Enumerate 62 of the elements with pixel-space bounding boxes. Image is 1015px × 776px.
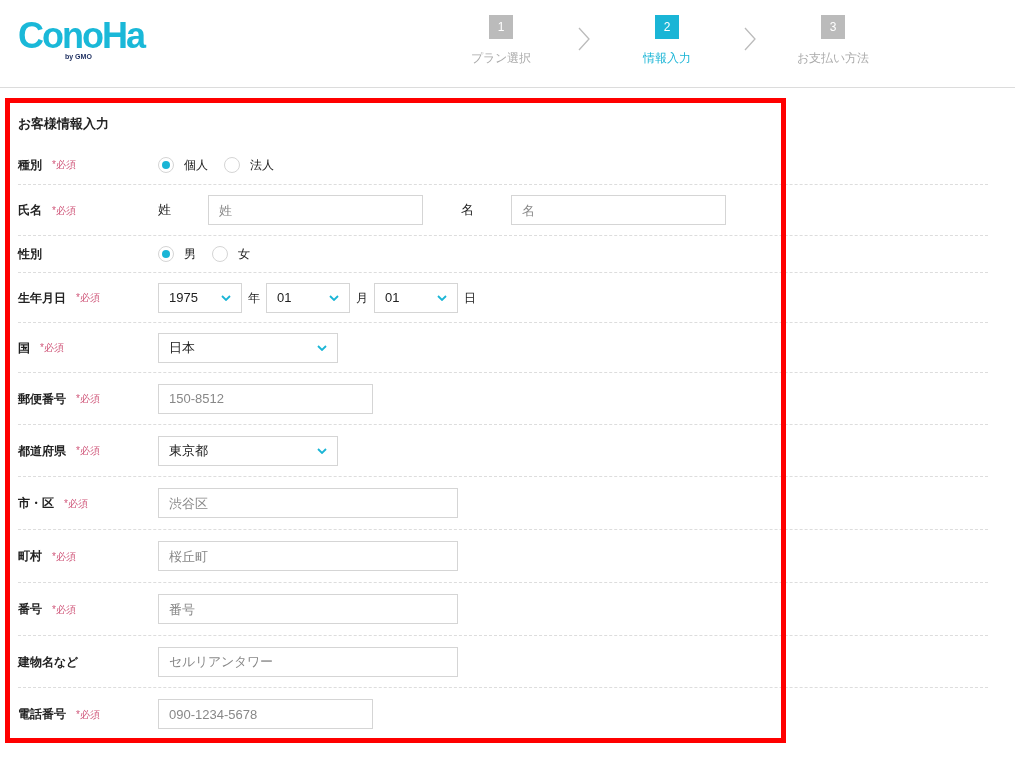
field-label: 市・区	[18, 495, 54, 512]
field-label: 建物名など	[18, 653, 78, 671]
input-field[interactable]: 姓	[208, 195, 423, 225]
date-unit-label: 月	[356, 289, 368, 307]
step-number: 1	[489, 15, 513, 39]
field-label: 種別	[18, 156, 42, 174]
radio-button[interactable]	[212, 246, 228, 262]
chevron-down-icon	[317, 344, 327, 351]
select-field[interactable]: 日本	[158, 332, 338, 363]
field-label: 都道府県	[18, 442, 66, 460]
select-field[interactable]: 東京都	[158, 435, 338, 466]
required-note: *必須	[40, 341, 64, 355]
input-field[interactable]: 番号	[158, 594, 458, 624]
required-note: *必須	[76, 392, 100, 406]
input-field[interactable]: 150-8512	[158, 383, 373, 414]
input-field[interactable]: 090-1234-5678	[158, 699, 373, 729]
radio-label: 法人	[250, 156, 274, 174]
field-label: 国	[18, 339, 30, 357]
input-field[interactable]: 渋谷区	[158, 488, 458, 518]
field-label: 番号	[18, 601, 42, 618]
date-unit-label: 日	[464, 289, 476, 307]
step-number: 3	[821, 15, 845, 39]
form-title: お客様情報入力	[18, 115, 110, 133]
field-label: 生年月日	[18, 289, 66, 307]
radio-button[interactable]	[158, 156, 174, 173]
step-label: お支払い方法	[797, 50, 869, 67]
required-note: *必須	[52, 203, 76, 218]
required-note: *必須	[76, 707, 100, 722]
select-field[interactable]: 1975	[158, 282, 242, 313]
field-label: 郵便番号	[18, 390, 66, 408]
required-note: *必須	[76, 444, 100, 458]
radio-label: 男	[184, 246, 196, 263]
chevron-down-icon	[437, 294, 447, 301]
required-note: *必須	[52, 602, 76, 617]
name-part-label: 名	[461, 201, 475, 220]
radio-label: 女	[238, 246, 250, 263]
field-label: 町村	[18, 548, 42, 565]
radio-label: 個人	[184, 156, 208, 174]
required-note: *必須	[76, 291, 100, 305]
step-number: 2	[655, 15, 679, 39]
radio-button[interactable]	[224, 156, 240, 173]
select-field[interactable]: 01	[374, 282, 458, 313]
required-note: *必須	[64, 496, 88, 511]
input-field[interactable]: 桜丘町	[158, 541, 458, 571]
select-field[interactable]: 01	[266, 282, 350, 313]
required-note: *必須	[52, 158, 76, 172]
chevron-down-icon	[221, 294, 231, 301]
step-label: 情報入力	[643, 50, 691, 67]
field-label: 氏名	[18, 202, 42, 219]
input-field[interactable]: 名	[511, 195, 726, 225]
chevron-right-icon	[578, 27, 590, 51]
input-field[interactable]: セルリアンタワー	[158, 646, 458, 677]
chevron-right-icon	[744, 27, 756, 51]
step-label: プラン選択	[471, 50, 531, 67]
field-label: 電話番号	[18, 706, 66, 723]
radio-button[interactable]	[158, 246, 174, 262]
field-label: 性別	[18, 246, 42, 263]
chevron-down-icon	[317, 447, 327, 454]
name-part-label: 姓	[158, 201, 172, 220]
chevron-down-icon	[329, 294, 339, 301]
date-unit-label: 年	[248, 289, 260, 307]
required-note: *必須	[52, 549, 76, 564]
